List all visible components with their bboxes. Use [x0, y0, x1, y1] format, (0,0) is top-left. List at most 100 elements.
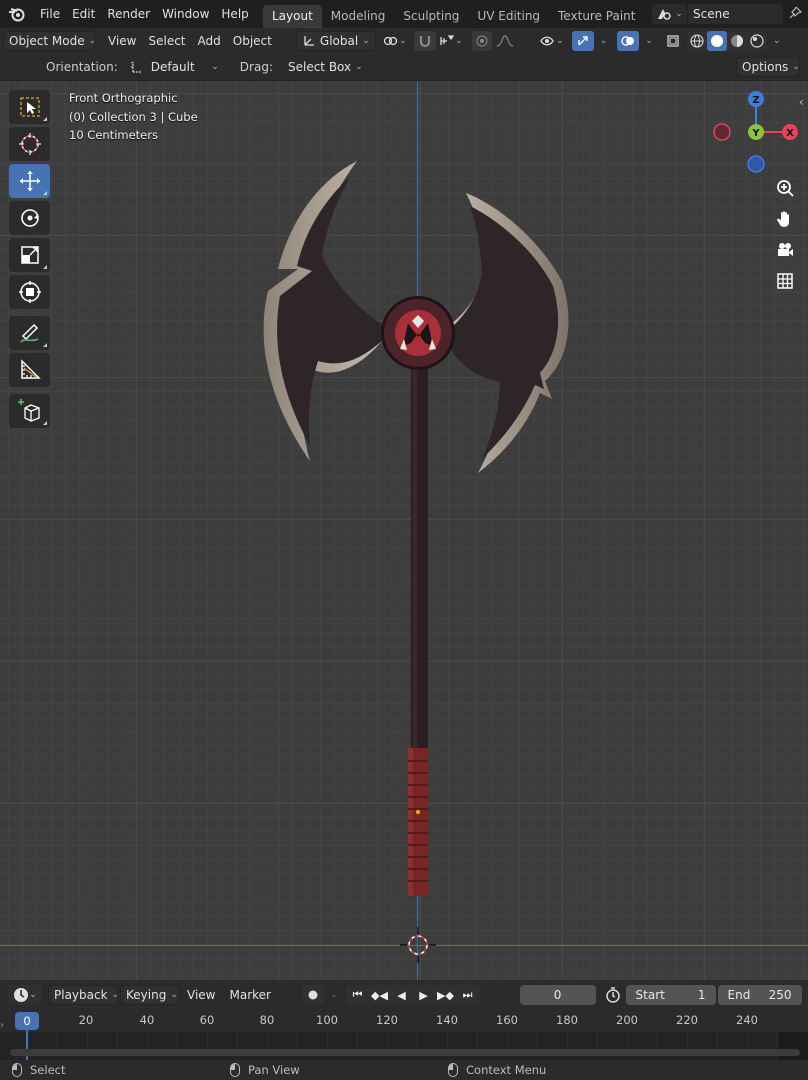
- playback-dropdown[interactable]: Playback ⌄: [48, 985, 119, 1005]
- rendered-sphere-icon: [750, 34, 764, 48]
- annotate-tool[interactable]: [9, 316, 50, 350]
- menu-file[interactable]: File: [34, 0, 66, 28]
- current-frame-field[interactable]: 0: [519, 985, 596, 1005]
- solid-shading-button[interactable]: [706, 31, 727, 51]
- pivot-point-button[interactable]: ⌄: [380, 31, 410, 51]
- falloff-curve-icon: [496, 35, 513, 47]
- drag-dropdown[interactable]: Select Box ⌄: [282, 57, 363, 77]
- menu-render[interactable]: Render: [101, 0, 156, 28]
- overlays-toggle[interactable]: [617, 31, 640, 51]
- gizmo-toggle[interactable]: [571, 31, 594, 51]
- timeline-area[interactable]: 20 40 60 80 100 120 140 160 180 200 220 …: [0, 1010, 808, 1060]
- keying-label: Keying: [126, 988, 167, 1002]
- ruler-tick-label: 180: [556, 1013, 578, 1027]
- pan-button[interactable]: [771, 205, 799, 233]
- options-dropdown[interactable]: Options ⌄: [736, 57, 800, 77]
- axe-right-blade: [440, 193, 569, 473]
- 3d-viewport[interactable]: Front Orthographic (0) Collection 3 | Cu…: [0, 81, 808, 980]
- transform-tool[interactable]: [9, 275, 50, 309]
- keying-dropdown[interactable]: Keying ⌄: [120, 985, 180, 1005]
- gizmo-neg-x[interactable]: [713, 123, 731, 141]
- cursor-tool[interactable]: [9, 127, 50, 161]
- 3d-cursor[interactable]: [400, 927, 436, 963]
- mode-dropdown[interactable]: Object Mode ⌄: [3, 31, 96, 51]
- jump-start-button[interactable]: ⏮: [348, 985, 368, 1005]
- menu-view[interactable]: View: [102, 28, 142, 54]
- viewport-header: Object Mode ⌄ View Select Add Object Glob…: [0, 28, 808, 54]
- scene-selector-button[interactable]: ⌄: [652, 4, 687, 24]
- blender-logo-icon[interactable]: [0, 0, 34, 28]
- material-preview-button[interactable]: [727, 31, 747, 51]
- timeline-marker-menu[interactable]: Marker: [222, 980, 277, 1010]
- proportional-editing-toggle[interactable]: [471, 31, 492, 51]
- menu-help[interactable]: Help: [215, 0, 254, 28]
- status-bar: Select Pan View Context Menu: [0, 1060, 808, 1080]
- play-reverse-button[interactable]: ◀: [392, 985, 412, 1005]
- auto-keying-toggle[interactable]: [301, 985, 324, 1005]
- chevron-down-icon[interactable]: ⌄: [773, 36, 781, 46]
- current-frame-indicator[interactable]: 0: [15, 1012, 39, 1030]
- navigation-gizmo[interactable]: Z X Y: [710, 89, 800, 179]
- select-box-tool[interactable]: [9, 90, 50, 124]
- snap-toggle[interactable]: [413, 31, 436, 51]
- tab-layout[interactable]: Layout: [263, 5, 322, 28]
- camera-view-button[interactable]: [771, 236, 799, 264]
- editor-type-dropdown[interactable]: ⌄: [8, 985, 42, 1005]
- collection-info: (0) Collection 3 | Cube: [69, 109, 198, 124]
- orthographic-toggle-button[interactable]: [771, 267, 799, 295]
- timeline-view-menu[interactable]: View: [180, 980, 222, 1010]
- ruler-tick-label: 200: [616, 1013, 638, 1027]
- select-box-icon: [19, 97, 40, 117]
- chevron-down-icon[interactable]: ⌄: [645, 36, 653, 46]
- transform-icon: [18, 281, 41, 303]
- ruler-tick-label: 140: [436, 1013, 458, 1027]
- mouse-right-icon: [448, 1063, 458, 1077]
- axe-grip: [408, 748, 428, 896]
- play-button[interactable]: ▶: [414, 985, 434, 1005]
- magnet-icon: [419, 36, 430, 48]
- jump-end-button[interactable]: ⏭: [458, 985, 478, 1005]
- axe-model[interactable]: [0, 81, 808, 980]
- move-tool[interactable]: [9, 164, 50, 198]
- menu-edit[interactable]: Edit: [66, 0, 101, 28]
- scale-tool[interactable]: [9, 238, 50, 272]
- pin-icon[interactable]: [788, 6, 802, 20]
- chevron-down-icon[interactable]: ⌄: [330, 990, 338, 1000]
- xray-toggle[interactable]: [663, 31, 683, 51]
- orientation-dropdown[interactable]: Default ⌄: [123, 57, 224, 77]
- tab-modeling[interactable]: Modeling: [322, 5, 395, 28]
- rotate-tool[interactable]: [9, 201, 50, 235]
- scene-name-field[interactable]: Scene: [688, 4, 783, 24]
- gizmo-neg-z[interactable]: [747, 155, 765, 173]
- proportional-falloff-dropdown[interactable]: [492, 31, 518, 51]
- menu-select[interactable]: Select: [142, 28, 191, 54]
- menu-window[interactable]: Window: [156, 0, 215, 28]
- object-visibility-dropdown[interactable]: ⌄: [536, 31, 568, 51]
- zoom-button[interactable]: [771, 174, 799, 202]
- start-frame-field[interactable]: Start 1: [625, 985, 716, 1005]
- end-frame-field[interactable]: End 250: [717, 985, 802, 1005]
- collapse-chevron-icon[interactable]: ›: [0, 1020, 4, 1031]
- menu-add[interactable]: Add: [192, 28, 227, 54]
- tab-sculpting[interactable]: Sculpting: [394, 5, 468, 28]
- snap-target-dropdown[interactable]: ⌄: [436, 31, 466, 51]
- chevron-down-icon[interactable]: ⌄: [600, 36, 608, 46]
- transform-orientation-dropdown[interactable]: Global ⌄: [295, 31, 376, 51]
- end-label: End: [727, 988, 751, 1002]
- prev-keyframe-button[interactable]: ◆◀: [370, 985, 390, 1005]
- tab-uv-editing[interactable]: UV Editing: [468, 5, 549, 28]
- frame-ruler[interactable]: 20 40 60 80 100 120 140 160 180 200 220 …: [0, 1010, 808, 1032]
- menu-object[interactable]: Object: [227, 28, 278, 54]
- preview-range-toggle[interactable]: [602, 985, 624, 1005]
- add-cube-tool[interactable]: [9, 394, 50, 428]
- wireframe-shading-button[interactable]: [687, 31, 707, 51]
- ruler-tick-label: 20: [78, 1013, 94, 1027]
- rendered-shading-button[interactable]: [747, 31, 767, 51]
- start-value: 1: [697, 988, 706, 1002]
- measure-tool[interactable]: [9, 353, 50, 387]
- next-keyframe-button[interactable]: ▶◆: [436, 985, 456, 1005]
- tab-texture-paint[interactable]: Texture Paint: [549, 5, 644, 28]
- camera-icon: [778, 243, 793, 256]
- timeline-scrollbar[interactable]: [10, 1049, 800, 1056]
- sidebar-toggle-chevron-icon[interactable]: ‹: [799, 95, 804, 109]
